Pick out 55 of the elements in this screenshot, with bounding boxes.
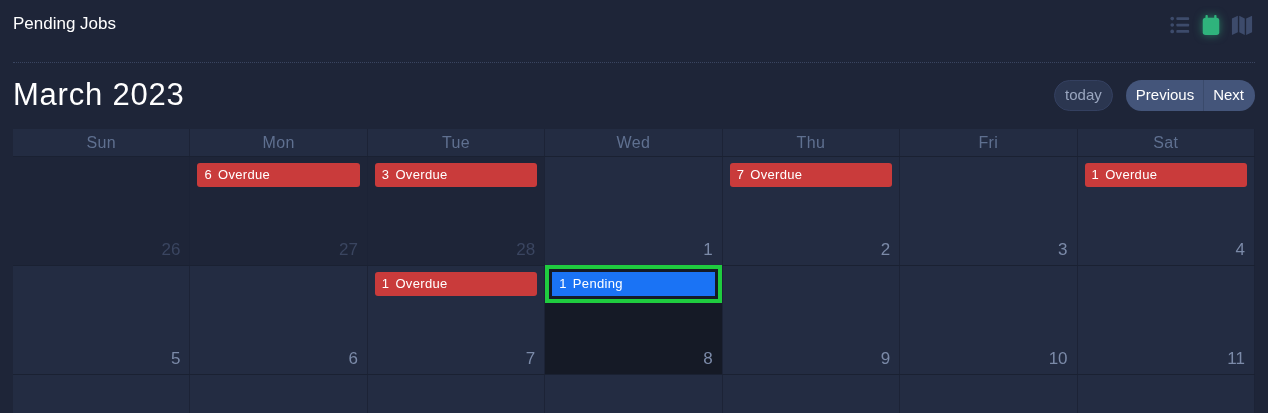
event-chip[interactable]: 1 Overdue	[1084, 163, 1247, 187]
today-button[interactable]: today	[1054, 79, 1113, 111]
day-number: 8	[703, 347, 713, 370]
month-title: March 2023	[13, 75, 185, 114]
day-cell[interactable]: 1 Overdue 4	[1077, 157, 1255, 265]
event-count: 6	[204, 166, 212, 185]
weekday-header: Fri	[978, 132, 999, 153]
weekday-header: Mon	[262, 132, 295, 153]
event-label: Overdue	[750, 166, 803, 185]
day-number: 5	[170, 347, 181, 370]
day-cell[interactable]: 1 Pending 8	[545, 266, 723, 374]
day-number: 10	[1048, 347, 1068, 370]
day-number: 4	[1235, 238, 1245, 261]
event-label: Overdue	[218, 166, 271, 185]
event-count: 1	[559, 275, 567, 294]
event-chip[interactable]: 7 Overdue	[729, 163, 893, 187]
page-title: Pending Jobs	[13, 13, 117, 35]
event-label: Overdue	[395, 166, 448, 185]
weekday-header: Tue	[441, 132, 471, 153]
event-count: 7	[736, 166, 745, 185]
day-number: 3	[1058, 238, 1068, 261]
day-cell[interactable]: 1	[545, 157, 723, 265]
event-count: 3	[381, 166, 390, 185]
day-number: 1	[703, 238, 713, 261]
event-chip[interactable]: 6 Overdue	[197, 163, 360, 187]
day-number: 9	[880, 347, 891, 370]
event-chip[interactable]: 3 Overdue	[374, 163, 538, 187]
previous-button[interactable]: Previous	[1125, 79, 1205, 111]
event-label: Overdue	[395, 275, 448, 294]
list-icon[interactable]	[1169, 14, 1191, 36]
calendar-icon[interactable]	[1200, 14, 1222, 36]
event-label: Overdue	[1105, 166, 1158, 185]
day-cell[interactable]: 3	[900, 157, 1078, 265]
day-number: 7	[525, 347, 536, 370]
day-number: 6	[348, 347, 358, 370]
event-count: 1	[381, 275, 390, 294]
event-label: Pending	[572, 275, 623, 294]
weekday-header: Wed	[616, 132, 651, 153]
day-cell[interactable]: 7 Overdue 2	[722, 157, 901, 265]
day-number: 2	[880, 238, 891, 261]
event-chip[interactable]: 1 Pending	[545, 265, 722, 303]
weekday-header: Sun	[86, 132, 117, 153]
day-cell[interactable]: 9	[722, 266, 901, 374]
event-count: 1	[1091, 166, 1100, 185]
day-cell[interactable]: 6	[190, 266, 368, 374]
weekday-header: Sat	[1153, 132, 1179, 153]
day-number: 11	[1227, 347, 1245, 370]
day-cell[interactable]: 10	[900, 266, 1078, 374]
weekday-header: Thu	[796, 132, 826, 153]
map-icon[interactable]	[1231, 14, 1253, 36]
day-cell[interactable]: 11	[1077, 266, 1255, 374]
day-cell[interactable]: 1 Overdue 7	[367, 266, 546, 374]
day-cell[interactable]: 5	[13, 266, 191, 374]
event-chip[interactable]: 1 Overdue	[374, 272, 538, 296]
next-button[interactable]: Next	[1204, 79, 1255, 111]
